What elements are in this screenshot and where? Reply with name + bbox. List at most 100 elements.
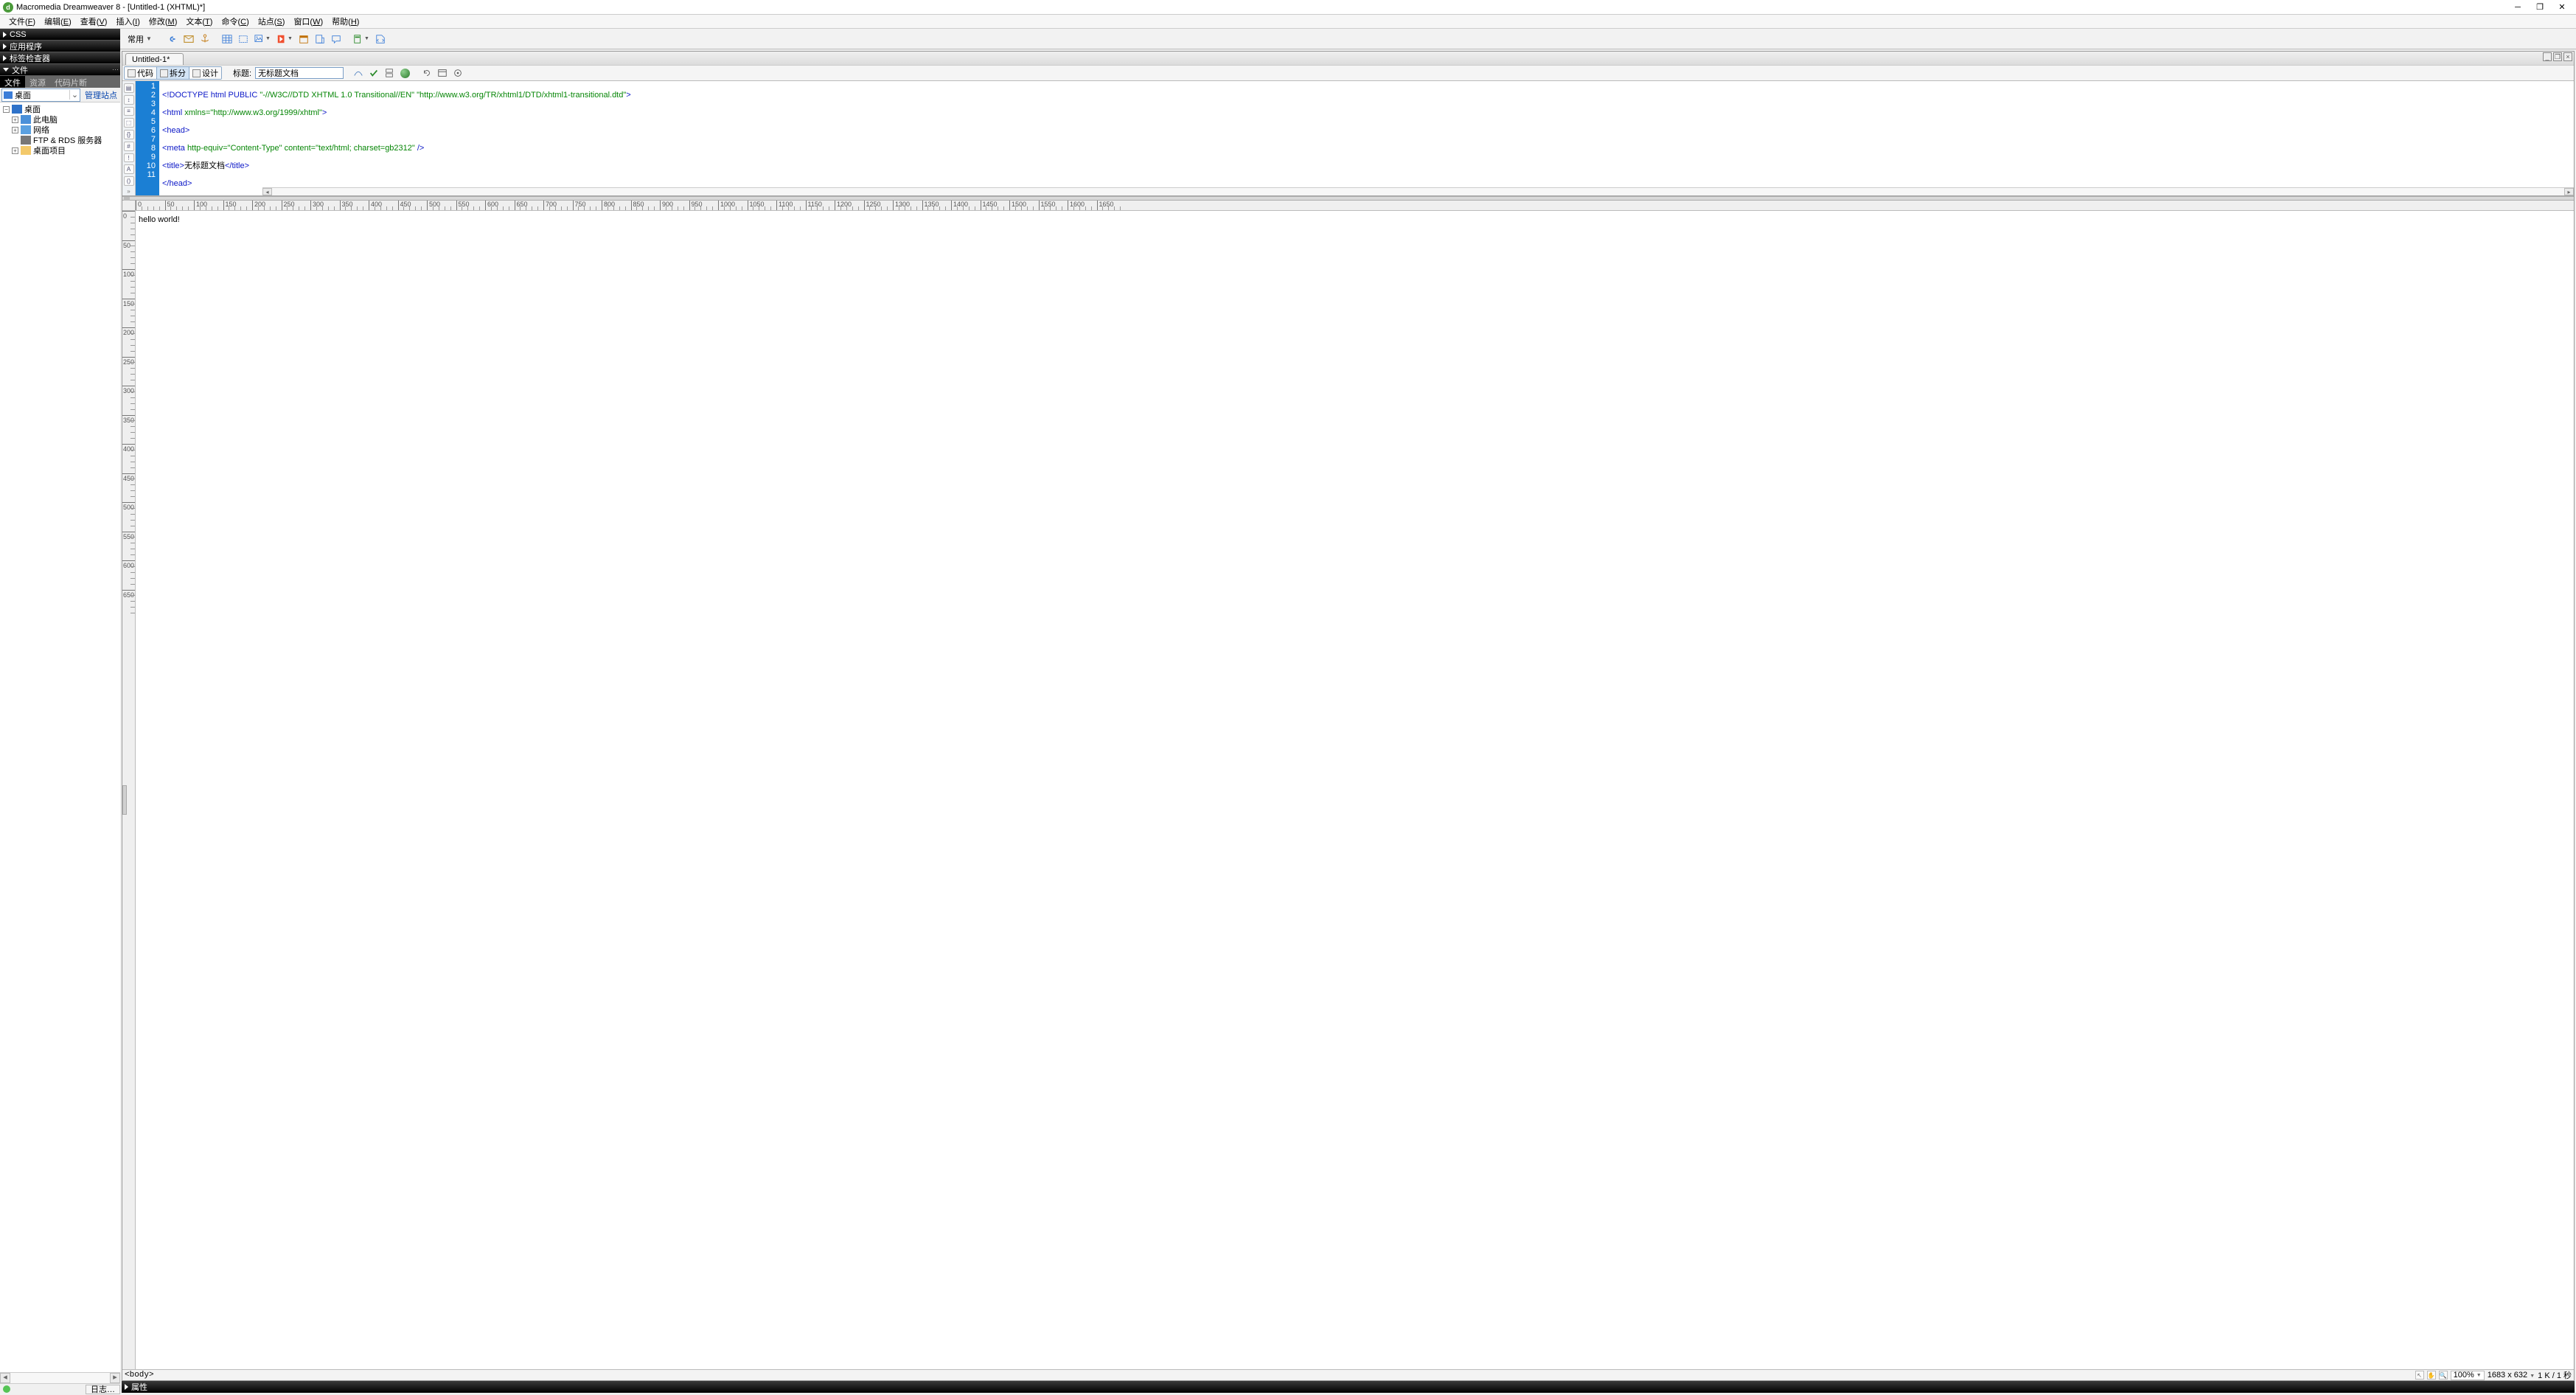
doc-restore-button[interactable]: ❐ bbox=[2553, 52, 2562, 61]
design-pane: 0501001502002503003504004505005506006507… bbox=[122, 201, 2574, 1369]
menu-help[interactable]: 帮助(H) bbox=[327, 14, 363, 29]
network-icon bbox=[21, 125, 31, 134]
tree-row-thispc[interactable]: + 此电脑 bbox=[0, 114, 120, 125]
scroll-left-icon[interactable]: ◂ bbox=[262, 188, 272, 195]
media-button[interactable]: ▼ bbox=[274, 32, 295, 46]
document-tab-label: Untitled-1* bbox=[132, 55, 170, 64]
manage-sites-link[interactable]: 管理站点 bbox=[82, 89, 120, 101]
tag-selector[interactable]: <body> bbox=[125, 1371, 154, 1380]
email-link-button[interactable] bbox=[181, 32, 196, 46]
syntax-coloring-button[interactable]: A bbox=[124, 164, 134, 174]
files-subtab-files[interactable]: 文件 bbox=[0, 76, 25, 88]
file-management-button[interactable] bbox=[382, 66, 397, 80]
server-include-button[interactable] bbox=[313, 32, 327, 46]
comment-button[interactable] bbox=[329, 32, 344, 46]
templates-button[interactable]: ▼ bbox=[351, 32, 372, 46]
menu-site[interactable]: 站点(S) bbox=[254, 14, 290, 29]
files-hscroll[interactable]: ◂ ▸ bbox=[0, 1372, 120, 1383]
page-title-input[interactable] bbox=[255, 67, 344, 79]
view-options-button[interactable] bbox=[435, 66, 450, 80]
menu-edit[interactable]: 编辑(E) bbox=[40, 14, 76, 29]
code-hscroll[interactable]: ◂ ▸ bbox=[262, 187, 2574, 195]
menu-commands[interactable]: 命令(C) bbox=[217, 14, 253, 29]
doc-minimize-button[interactable]: _ bbox=[2543, 52, 2552, 61]
files-site-bar: 桌面 ⌄ 管理站点 bbox=[0, 88, 120, 102]
scroll-right-icon[interactable]: ▸ bbox=[2564, 188, 2574, 195]
select-tool-icon[interactable]: ↖ bbox=[2415, 1371, 2424, 1380]
view-design-button[interactable]: 设计 bbox=[189, 67, 221, 79]
window-titlebar: d Macromedia Dreamweaver 8 - [Untitled-1… bbox=[0, 0, 2576, 15]
tree-expand-icon[interactable]: + bbox=[12, 127, 18, 133]
select-parent-tag-button[interactable]: ⬚ bbox=[124, 118, 134, 128]
panel-tag-inspector-header[interactable]: 标签检查器 bbox=[0, 52, 120, 64]
tree-expand-icon[interactable]: + bbox=[12, 147, 18, 154]
tree-row-network[interactable]: + 网络 bbox=[0, 125, 120, 135]
table-button[interactable] bbox=[220, 32, 234, 46]
menu-modify[interactable]: 修改(M) bbox=[145, 14, 182, 29]
document-toolbar: 代码 拆分 设计 标题: bbox=[122, 65, 2574, 81]
code-editor[interactable]: <!DOCTYPE html PUBLIC "-//W3C//DTD XHTML… bbox=[159, 81, 2574, 195]
menu-view[interactable]: 查看(V) bbox=[76, 14, 112, 29]
files-subtab-assets[interactable]: 资源 bbox=[25, 76, 50, 88]
window-maximize-button[interactable]: ❐ bbox=[2529, 1, 2551, 14]
design-body-text: hello world! bbox=[139, 215, 180, 224]
panel-files-header[interactable]: 文件⋯ bbox=[0, 64, 120, 76]
no-browser-check-button[interactable] bbox=[351, 66, 366, 80]
visual-aids-button[interactable] bbox=[450, 66, 465, 80]
horizontal-ruler: 0501001502002503003504004505005506006507… bbox=[136, 201, 2574, 211]
tag-chooser-button[interactable] bbox=[373, 32, 388, 46]
main-area: 常用▼ ▼ ▼ ▼ Untitled-1* _ bbox=[120, 29, 2576, 1394]
div-button[interactable] bbox=[236, 32, 251, 46]
insert-category-combo[interactable]: 常用▼ bbox=[125, 33, 155, 45]
highlight-invalid-button[interactable]: ! bbox=[124, 153, 134, 163]
scroll-left-icon[interactable]: ◂ bbox=[0, 1373, 10, 1383]
gutter-expand-icon[interactable]: » bbox=[125, 188, 133, 192]
properties-panel-header[interactable]: 属性 bbox=[122, 1381, 2575, 1393]
tree-row-ftp[interactable]: FTP & RDS 服务器 bbox=[0, 135, 120, 145]
document-tab[interactable]: Untitled-1* bbox=[125, 53, 184, 65]
tree-row-desktop[interactable]: − 桌面 bbox=[0, 104, 120, 114]
design-surface[interactable]: hello world! bbox=[136, 211, 2574, 1369]
window-title: Macromedia Dreamweaver 8 - [Untitled-1 (… bbox=[16, 3, 2507, 12]
hand-tool-icon[interactable]: ✋ bbox=[2427, 1371, 2436, 1380]
menu-insert[interactable]: 插入(I) bbox=[111, 14, 144, 29]
code-view-icon bbox=[128, 69, 136, 77]
collapse-full-tag-button[interactable]: ↕ bbox=[124, 95, 134, 105]
panel-css-header[interactable]: CSS bbox=[0, 29, 120, 41]
menu-window[interactable]: 窗口(W) bbox=[289, 14, 327, 29]
apply-comment-button[interactable]: () bbox=[124, 176, 134, 186]
view-code-button[interactable]: 代码 bbox=[125, 67, 157, 79]
view-split-button[interactable]: 拆分 bbox=[157, 67, 189, 79]
tree-collapse-icon[interactable]: − bbox=[3, 106, 10, 113]
zoom-combo[interactable]: 100%▼ bbox=[2451, 1371, 2485, 1380]
balance-braces-button[interactable]: {} bbox=[124, 130, 134, 139]
files-tree[interactable]: − 桌面 + 此电脑 + 网络 FTP & RDS 服务器 bbox=[0, 102, 120, 739]
tree-row-desktop-items[interactable]: + 桌面项目 bbox=[0, 145, 120, 156]
scroll-right-icon[interactable]: ▸ bbox=[110, 1373, 120, 1383]
tree-expand-icon[interactable]: + bbox=[12, 116, 18, 123]
expand-all-button[interactable]: ≡ bbox=[124, 107, 134, 116]
doc-close-button[interactable]: × bbox=[2563, 52, 2572, 61]
refresh-button[interactable] bbox=[420, 66, 434, 80]
validate-button[interactable] bbox=[366, 66, 381, 80]
hyperlink-button[interactable] bbox=[165, 32, 180, 46]
menu-text[interactable]: 文本(T) bbox=[181, 14, 217, 29]
panel-collapse-handle[interactable] bbox=[122, 785, 127, 815]
date-button[interactable] bbox=[296, 32, 311, 46]
log-button[interactable]: 日志… bbox=[86, 1385, 120, 1394]
menu-file[interactable]: 文件(F) bbox=[4, 14, 40, 29]
named-anchor-button[interactable] bbox=[198, 32, 212, 46]
image-button[interactable]: ▼ bbox=[252, 32, 273, 46]
panel-options-icon[interactable]: ⋯ bbox=[112, 66, 119, 74]
zoom-tool-icon[interactable]: 🔍 bbox=[2439, 1371, 2448, 1380]
files-subtab-snippets[interactable]: 代码片断 bbox=[50, 76, 91, 88]
preview-in-browser-button[interactable] bbox=[397, 66, 412, 80]
window-close-button[interactable]: ✕ bbox=[2551, 1, 2573, 14]
window-minimize-button[interactable]: ─ bbox=[2507, 1, 2529, 14]
window-size-combo[interactable]: 1683 x 632 ▼ bbox=[2488, 1371, 2535, 1380]
open-documents-button[interactable]: ▤ bbox=[124, 83, 134, 93]
site-combo[interactable]: 桌面 ⌄ bbox=[1, 88, 80, 102]
line-numbers-button[interactable]: # bbox=[124, 142, 134, 151]
panel-application-header[interactable]: 应用程序 bbox=[0, 41, 120, 52]
menu-bar: 文件(F) 编辑(E) 查看(V) 插入(I) 修改(M) 文本(T) 命令(C… bbox=[0, 15, 2576, 29]
